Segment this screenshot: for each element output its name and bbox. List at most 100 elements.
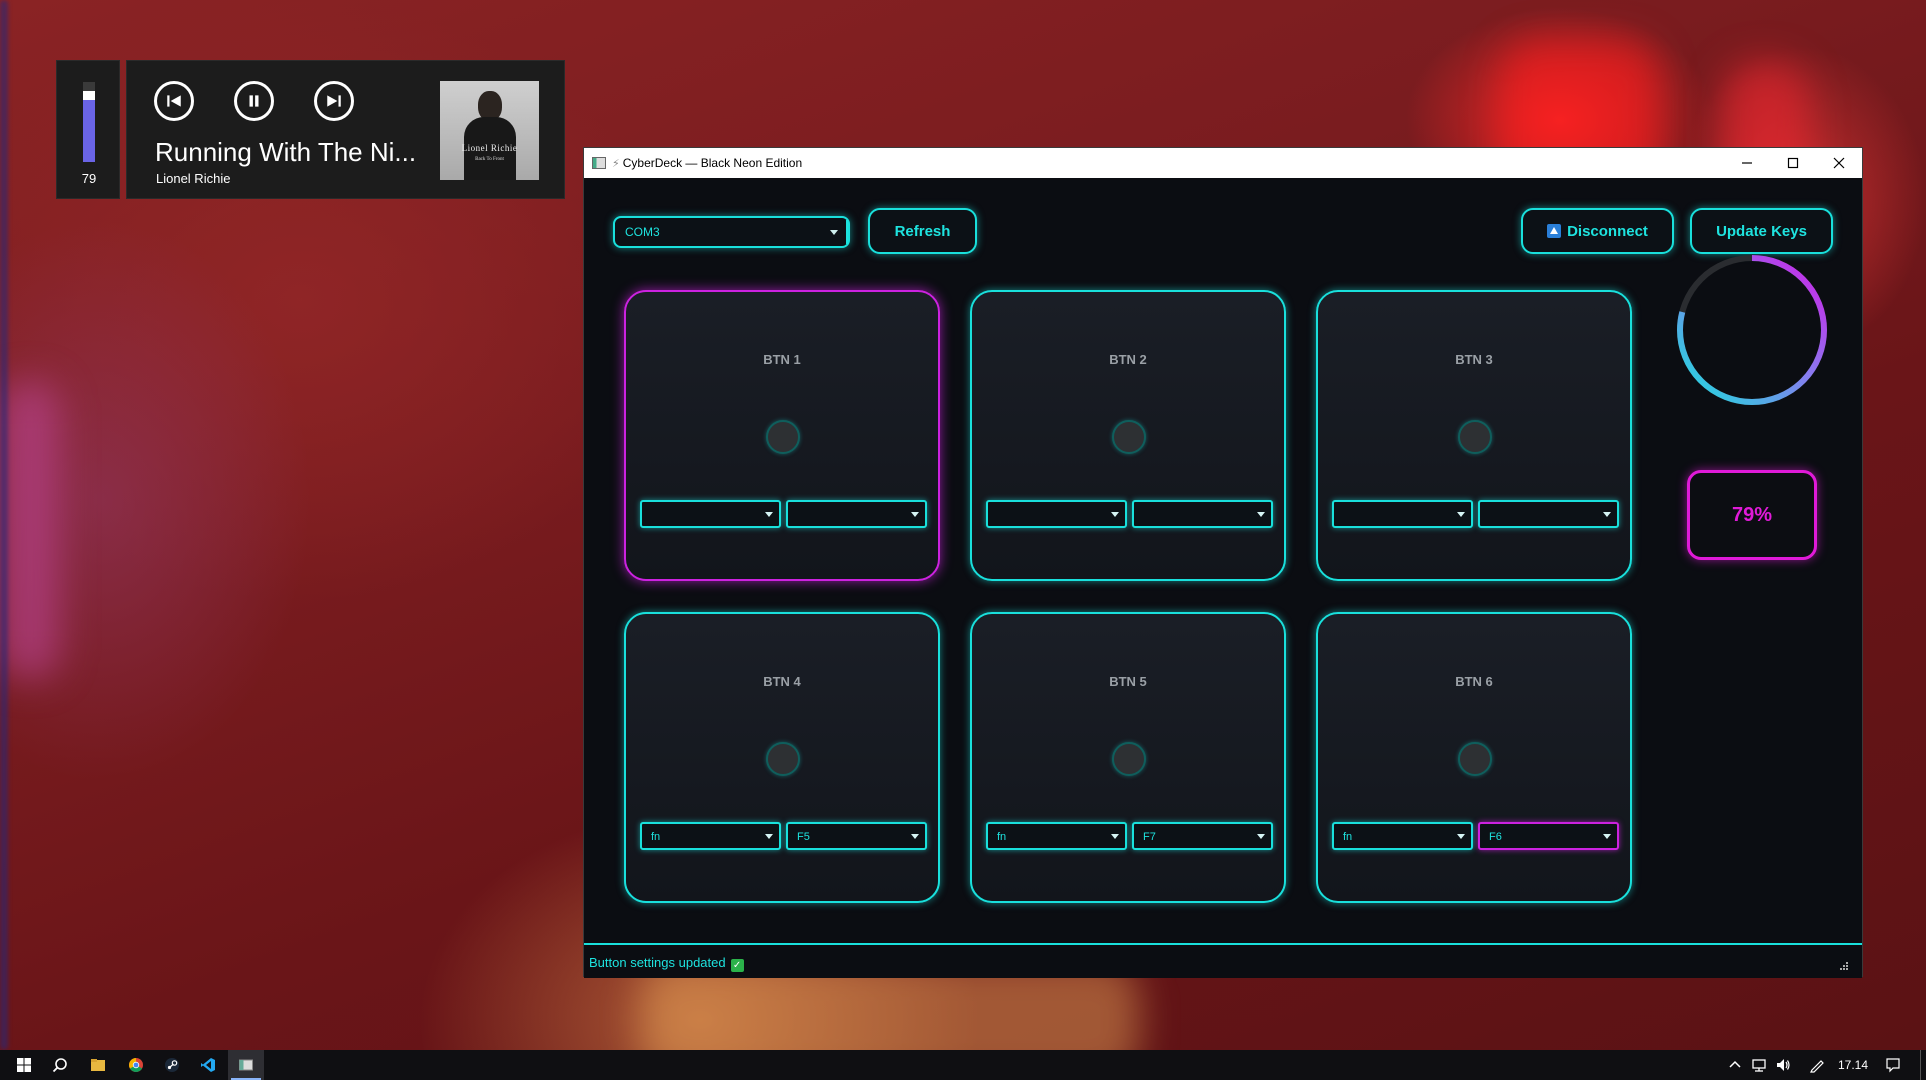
button-indicator-led: [1458, 742, 1492, 776]
disconnect-button[interactable]: Disconnect: [1521, 208, 1674, 254]
key-select-1[interactable]: fn: [986, 822, 1127, 850]
search-button[interactable]: [42, 1050, 78, 1080]
button-card-3[interactable]: BTN 3: [1316, 290, 1632, 581]
taskbar-vscode[interactable]: [190, 1050, 226, 1080]
start-button[interactable]: [6, 1050, 42, 1080]
chevron-down-icon: [1111, 512, 1119, 517]
button-card-2[interactable]: BTN 2: [970, 290, 1286, 581]
chevron-up-icon: [1729, 1060, 1741, 1068]
chevron-down-icon: [1603, 512, 1611, 517]
update-keys-button[interactable]: Update Keys: [1690, 208, 1833, 254]
chevron-down-icon: [911, 834, 919, 839]
button-label: BTN 6: [1455, 674, 1493, 689]
button-label: BTN 2: [1109, 352, 1147, 367]
taskbar-chrome[interactable]: [118, 1050, 154, 1080]
key-select-value: fn: [1343, 831, 1353, 843]
disconnect-label: Disconnect: [1567, 222, 1648, 240]
key-select-2[interactable]: F7: [1132, 822, 1273, 850]
folder-icon: [91, 1059, 105, 1071]
title-bar[interactable]: ⚡ CyberDeck — Black Neon Edition: [584, 148, 1862, 178]
key-select-1[interactable]: [986, 500, 1127, 528]
button-indicator-led: [1112, 742, 1146, 776]
percent-label: 79%: [1731, 503, 1773, 526]
window-title: CyberDeck — Black Neon Edition: [622, 156, 803, 170]
clock[interactable]: 17.14: [1838, 1058, 1868, 1072]
pen-icon: [1810, 1060, 1824, 1073]
volume-slider[interactable]: [83, 82, 95, 162]
button-card-5[interactable]: BTN 5 fn F7: [970, 612, 1286, 903]
button-label: BTN 5: [1109, 674, 1147, 689]
pause-button[interactable]: [234, 81, 274, 121]
refresh-label: Refresh: [894, 222, 951, 240]
key-select-value: F5: [797, 831, 810, 843]
button-card-6[interactable]: BTN 6 fn F6: [1316, 612, 1632, 903]
port-select[interactable]: COM3: [613, 216, 850, 248]
progress-gauge: [1677, 255, 1827, 405]
tray-volume[interactable]: [1772, 1050, 1794, 1080]
key-select-2[interactable]: F5: [786, 822, 927, 850]
button-card-1[interactable]: BTN 1: [624, 290, 940, 581]
tray-network[interactable]: [1748, 1050, 1770, 1080]
refresh-button[interactable]: Refresh: [868, 208, 977, 254]
chevron-down-icon: [765, 834, 773, 839]
taskbar: 17.14: [0, 1050, 1926, 1080]
network-icon: [1752, 1059, 1766, 1072]
app-icon: [592, 157, 606, 169]
minimize-button[interactable]: [1724, 148, 1770, 178]
speaker-icon: [1777, 1059, 1790, 1071]
song-artist: Lionel Richie: [156, 171, 231, 186]
chevron-down-icon: [765, 512, 773, 517]
key-select-2[interactable]: F6: [1478, 822, 1619, 850]
show-desktop-divider[interactable]: [1920, 1050, 1921, 1080]
key-select-2[interactable]: [1132, 500, 1273, 528]
key-select-2[interactable]: [786, 500, 927, 528]
action-center-button[interactable]: [1880, 1050, 1906, 1080]
volume-fill: [83, 99, 95, 162]
taskbar-steam[interactable]: [154, 1050, 190, 1080]
tray-overflow-button[interactable]: [1724, 1050, 1746, 1080]
media-panel: Running With The Ni... Lionel Richie Lio…: [126, 60, 565, 199]
key-select-1[interactable]: fn: [1332, 822, 1473, 850]
key-select-value: fn: [651, 831, 661, 843]
resize-grip-icon[interactable]: [1840, 962, 1848, 970]
chevron-down-icon: [830, 230, 838, 235]
volume-knob[interactable]: [83, 91, 95, 100]
button-indicator-led: [766, 742, 800, 776]
cyberdeck-window: ⚡ CyberDeck — Black Neon Edition COM3 Re…: [583, 147, 1863, 978]
button-card-4[interactable]: BTN 4 fn F5: [624, 612, 940, 903]
next-icon: [327, 95, 341, 107]
chevron-down-icon: [1111, 834, 1119, 839]
chevron-down-icon: [1257, 512, 1265, 517]
port-select-value: COM3: [625, 225, 660, 239]
vscode-icon: [201, 1058, 215, 1072]
app-window-icon: [239, 1059, 253, 1071]
status-message: Button settings updated: [589, 955, 726, 970]
key-select-1[interactable]: [1332, 500, 1473, 528]
key-select-1[interactable]: [640, 500, 781, 528]
status-text: Button settings updated ✓: [589, 955, 744, 972]
button-indicator-led: [1112, 420, 1146, 454]
song-title: Running With The Ni...: [155, 137, 417, 167]
taskbar-file-explorer[interactable]: [80, 1050, 116, 1080]
key-select-value: F7: [1143, 831, 1156, 843]
chevron-down-icon: [911, 512, 919, 517]
tray-pen[interactable]: [1806, 1050, 1828, 1080]
album-art-subtitle: Back To Front: [475, 157, 504, 162]
next-track-button[interactable]: [314, 81, 354, 121]
album-art-title: Lionel Richie: [461, 143, 518, 153]
maximize-button[interactable]: [1770, 148, 1816, 178]
previous-track-button[interactable]: [154, 81, 194, 121]
chevron-down-icon: [1603, 834, 1611, 839]
button-label: BTN 4: [763, 674, 801, 689]
key-select-value: fn: [997, 831, 1007, 843]
wallpaper-glow: [0, 0, 8, 1050]
key-select-2[interactable]: [1478, 500, 1619, 528]
key-select-1[interactable]: fn: [640, 822, 781, 850]
pause-icon: [249, 95, 259, 107]
chevron-down-icon: [1257, 834, 1265, 839]
chevron-down-icon: [1457, 834, 1465, 839]
button-indicator-led: [1458, 420, 1492, 454]
taskbar-cyberdeck[interactable]: [228, 1050, 264, 1080]
bolt-icon: ⚡: [612, 157, 620, 170]
close-button[interactable]: [1816, 148, 1862, 178]
